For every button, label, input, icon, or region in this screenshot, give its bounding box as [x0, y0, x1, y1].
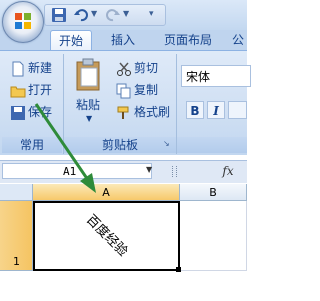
paintbrush-icon: [117, 106, 129, 119]
font-name-combo[interactable]: 宋体: [181, 65, 251, 87]
format-painter-label: 格式刷: [134, 105, 171, 119]
office-logo-icon: [15, 13, 31, 29]
column-header-b[interactable]: B: [180, 184, 247, 201]
group-label-font: [177, 137, 247, 153]
select-all-corner[interactable]: [0, 184, 33, 201]
undo-dropdown-icon[interactable]: ▼: [91, 10, 99, 18]
quick-access-toolbar: ▼ ▼ ▾: [44, 4, 166, 26]
paste-button[interactable]: 粘贴: [76, 96, 100, 114]
column-header-a[interactable]: A: [33, 184, 180, 201]
copy-label: 复制: [134, 83, 159, 97]
italic-button[interactable]: I: [207, 101, 225, 119]
copy-icon: [116, 83, 131, 98]
bold-button[interactable]: B: [186, 101, 204, 119]
cut-button[interactable]: 剪切: [116, 59, 158, 77]
scissors-icon: [117, 62, 131, 76]
new-button[interactable]: 新建: [10, 59, 52, 77]
paste-icon[interactable]: [74, 58, 102, 92]
group-label-common: 常用: [2, 137, 62, 153]
new-label: 新建: [28, 61, 53, 75]
customize-toolbar-icon[interactable]: ▾: [149, 10, 157, 19]
redo-icon[interactable]: [105, 7, 121, 23]
name-box[interactable]: A1: [2, 163, 152, 179]
fill-handle[interactable]: [176, 267, 181, 272]
tab-formulas[interactable]: 公: [228, 30, 248, 50]
save-icon[interactable]: [51, 7, 67, 23]
group-label-clipboard: 剪贴板: [64, 137, 176, 153]
new-file-icon: [12, 61, 24, 76]
copy-button[interactable]: 复制: [116, 81, 158, 99]
open-button[interactable]: 打开: [10, 81, 52, 99]
insert-function-icon[interactable]: fx: [216, 160, 240, 182]
cell-b1[interactable]: [180, 201, 247, 271]
name-box-dropdown-icon[interactable]: ▼: [146, 165, 152, 174]
office-button[interactable]: [2, 1, 44, 43]
paste-dropdown-icon[interactable]: ▼: [86, 114, 92, 123]
folder-icon: [10, 86, 26, 97]
formula-bar-splitter[interactable]: [172, 166, 177, 177]
dialog-launcher-icon[interactable]: ↘: [163, 139, 172, 148]
save-icon: [11, 105, 25, 120]
save-label: 保存: [28, 105, 53, 119]
row-number: 1: [13, 255, 20, 268]
tab-insert[interactable]: 插入: [104, 30, 142, 50]
tab-home[interactable]: 开始: [50, 30, 92, 51]
tab-page-layout[interactable]: 页面布局: [157, 30, 219, 50]
open-label: 打开: [28, 83, 53, 97]
cut-label: 剪切: [134, 61, 159, 75]
undo-icon[interactable]: [73, 7, 89, 23]
format-painter-button[interactable]: 格式刷: [116, 103, 170, 121]
underline-button[interactable]: [228, 101, 247, 119]
save-button[interactable]: 保存: [10, 103, 52, 121]
row-header-1[interactable]: 1: [0, 201, 33, 271]
redo-dropdown-icon[interactable]: ▼: [123, 10, 131, 18]
